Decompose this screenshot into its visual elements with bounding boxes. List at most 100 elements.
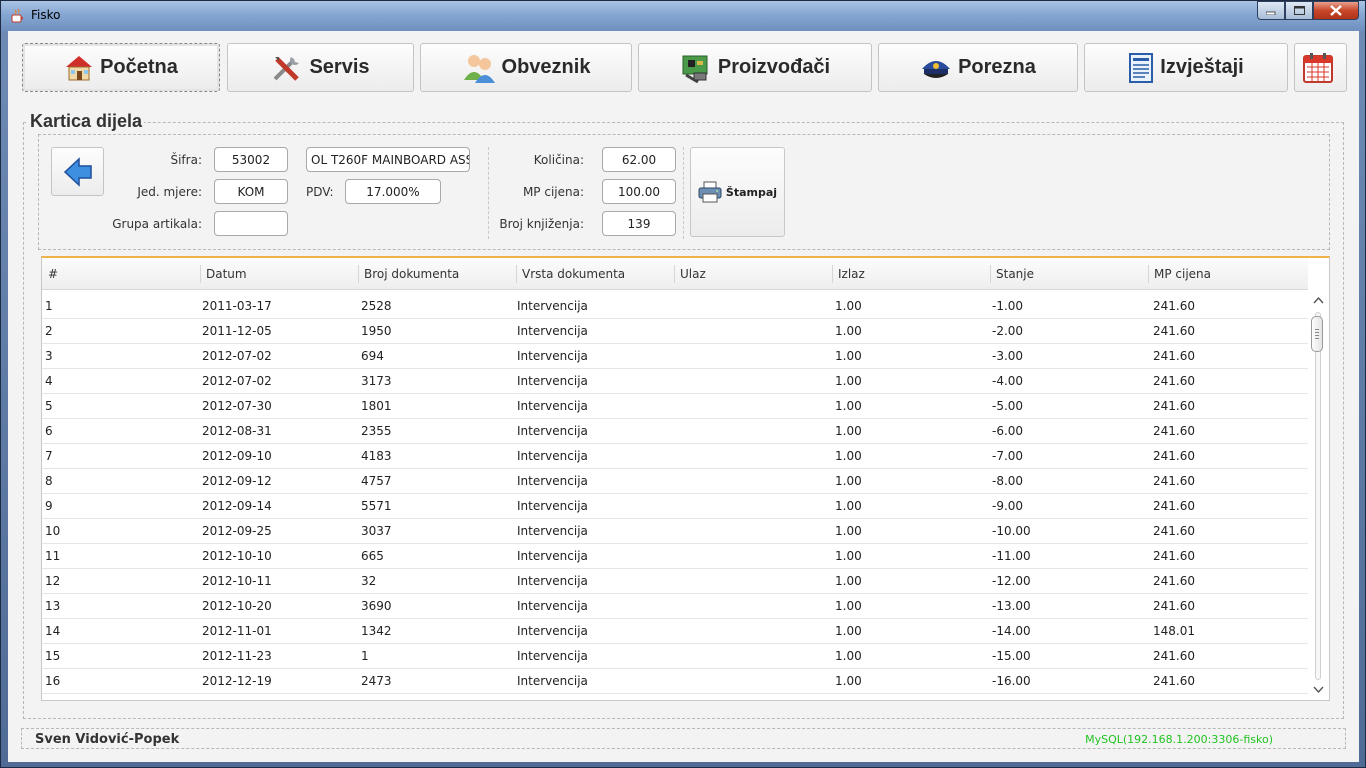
table-row[interactable]: 8 2012-09-12 4757 Intervencija 1.00 -8.00 241.…: [42, 469, 1308, 494]
scroll-up-icon[interactable]: [1313, 296, 1324, 304]
users-icon: [463, 54, 495, 83]
table-row[interactable]: 7 2012-09-10 4183 Intervencija 1.00 -7.00 241.…: [42, 444, 1308, 469]
nav-porezna-label: Porezna: [958, 56, 1036, 78]
maximize-button[interactable]: [1285, 1, 1313, 20]
table-row[interactable]: 16 2012-12-19 2473 Intervencija 1.00 -16.00 24…: [42, 669, 1308, 694]
table-row[interactable]: 6 2012-08-31 2355 Intervencija 1.00 -6.00 241.…: [42, 419, 1308, 444]
scroll-grip: [1315, 329, 1319, 330]
table-cell: Intervencija: [517, 524, 588, 538]
nav-obveznik-label: Obveznik: [501, 56, 591, 78]
grupa-artikala-field[interactable]: [214, 211, 288, 236]
scroll-grip: [1315, 332, 1319, 333]
back-button[interactable]: [51, 147, 104, 196]
table-row[interactable]: 1 2011-03-17 2528 Intervencija 1.00 -1.00 241.…: [42, 294, 1308, 319]
nav-obveznik-button[interactable]: Obveznik: [420, 43, 632, 92]
table-cell: Intervencija: [517, 349, 588, 363]
minimize-button[interactable]: [1257, 1, 1285, 20]
table-cell: 1.00: [835, 324, 862, 338]
col-header-izlaz[interactable]: Izlaz: [838, 267, 865, 281]
table-cell: 241.60: [1153, 399, 1195, 413]
broj-knjizenja-field[interactable]: 139: [602, 211, 676, 236]
table-cell: 13: [45, 599, 61, 613]
col-divider: [990, 265, 991, 283]
table-cell: 2012-07-30: [202, 399, 272, 413]
col-header-number[interactable]: #: [48, 267, 58, 281]
col-header-vrsta-dokumenta[interactable]: Vrsta dokumenta: [522, 267, 625, 281]
table-cell: -3.00: [992, 349, 1024, 363]
house-icon: [66, 55, 93, 80]
table-cell: 3173: [361, 374, 392, 388]
col-header-stanje[interactable]: Stanje: [996, 267, 1034, 281]
nav-porezna-button[interactable]: Porezna: [878, 43, 1078, 92]
close-button[interactable]: [1313, 1, 1359, 20]
maximize-icon: [1293, 6, 1305, 15]
jed-mjere-field[interactable]: KOM: [214, 179, 288, 204]
table-cell: -8.00: [992, 474, 1024, 488]
col-header-mp-cijena[interactable]: MP cijena: [1154, 267, 1211, 281]
table-cell: 32: [361, 574, 377, 588]
nav-izvjestaji-button[interactable]: Izvještaji: [1084, 43, 1288, 92]
table-cell: 1342: [361, 624, 392, 638]
name-field[interactable]: OL T260F MAINBOARD ASSY: [306, 147, 470, 172]
pdv-field[interactable]: 17.000%: [345, 179, 441, 204]
status-db-connection: MySQL(192.168.1.200:3306-fisko): [1085, 733, 1273, 746]
vertical-scrollbar[interactable]: [1308, 290, 1329, 700]
table-cell: 241.60: [1153, 349, 1195, 363]
col-header-datum[interactable]: Datum: [206, 267, 247, 281]
section-title: Kartica dijela: [28, 111, 145, 132]
table-row[interactable]: 4 2012-07-02 3173 Intervencija 1.00 -4.00 241.…: [42, 369, 1308, 394]
table-cell: 241.60: [1153, 374, 1195, 388]
table-cell: -13.00: [992, 599, 1031, 613]
table-cell: 1950: [361, 324, 392, 338]
table-cell: 5571: [361, 499, 392, 513]
nav-pocetna-label: Početna: [100, 56, 178, 78]
nav-calendar-button[interactable]: [1294, 43, 1347, 92]
table-row[interactable]: 5 2012-07-30 1801 Intervencija 1.00 -5.00 241.…: [42, 394, 1308, 419]
table-row[interactable]: 12 2012-10-11 32 Intervencija 1.00 -12.00 241.…: [42, 569, 1308, 594]
table-cell: 241.60: [1153, 524, 1195, 538]
table-cell: 1.00: [835, 649, 862, 663]
table-cell: 1.00: [835, 424, 862, 438]
table-row[interactable]: 3 2012-07-02 694 Intervencija 1.00 -3.00 241.6…: [42, 344, 1308, 369]
table-cell: -4.00: [992, 374, 1024, 388]
table-cell: 2012-09-25: [202, 524, 272, 538]
table-row[interactable]: 2 2011-12-05 1950 Intervencija 1.00 -2.00 241.…: [42, 319, 1308, 344]
jed-mjere-label: Jed. mjere:: [137, 185, 202, 199]
scroll-thumb[interactable]: [1311, 316, 1323, 352]
print-button[interactable]: Štampaj: [690, 147, 785, 237]
kolicina-field[interactable]: 62.00: [602, 147, 676, 172]
app-window: Fisko Početna Servis Obveznik Proizvođač…: [0, 0, 1366, 768]
table-row[interactable]: 13 2012-10-20 3690 Intervencija 1.00 -13.00 24…: [42, 594, 1308, 619]
col-header-ulaz[interactable]: Ulaz: [680, 267, 706, 281]
pdv-label: PDV:: [306, 185, 334, 199]
table-row[interactable]: 15 2012-11-23 1 Intervencija 1.00 -15.00 241.6…: [42, 644, 1308, 669]
table-row[interactable]: 9 2012-09-14 5571 Intervencija 1.00 -9.00 241.…: [42, 494, 1308, 519]
table-cell: 4757: [361, 474, 392, 488]
nav-proizvodaci-button[interactable]: Proizvođači: [638, 43, 872, 92]
table-cell: 241.60: [1153, 674, 1195, 688]
table-cell: 148.01: [1153, 624, 1195, 638]
col-divider: [832, 265, 833, 283]
title-bar[interactable]: Fisko: [1, 1, 1365, 31]
table-cell: 1: [45, 299, 53, 313]
window-title: Fisko: [31, 8, 61, 22]
kolicina-label: Količina:: [533, 153, 584, 167]
scroll-track[interactable]: [1315, 312, 1321, 680]
table-row[interactable]: 11 2012-10-10 665 Intervencija 1.00 -11.00 241…: [42, 544, 1308, 569]
table-cell: 11: [45, 549, 61, 563]
nav-izvjestaji-label: Izvještaji: [1160, 56, 1244, 78]
col-header-broj-dokumenta[interactable]: Broj dokumenta: [364, 267, 459, 281]
nav-servis-button[interactable]: Servis: [227, 43, 414, 92]
table-row[interactable]: 14 2012-11-01 1342 Intervencija 1.00 -14.00 14…: [42, 619, 1308, 644]
nav-pocetna-button[interactable]: Početna: [22, 43, 220, 92]
table-cell: 241.60: [1153, 499, 1195, 513]
scroll-down-icon[interactable]: [1313, 686, 1324, 694]
table-cell: 3037: [361, 524, 392, 538]
table-cell: 241.60: [1153, 449, 1195, 463]
mp-cijena-field[interactable]: 100.00: [602, 179, 676, 204]
table-row[interactable]: 10 2012-09-25 3037 Intervencija 1.00 -10.00 24…: [42, 519, 1308, 544]
table-cell: 241.60: [1153, 549, 1195, 563]
table-cell: -9.00: [992, 499, 1024, 513]
table-cell: 1: [361, 649, 369, 663]
sifra-field[interactable]: 53002: [214, 147, 288, 172]
